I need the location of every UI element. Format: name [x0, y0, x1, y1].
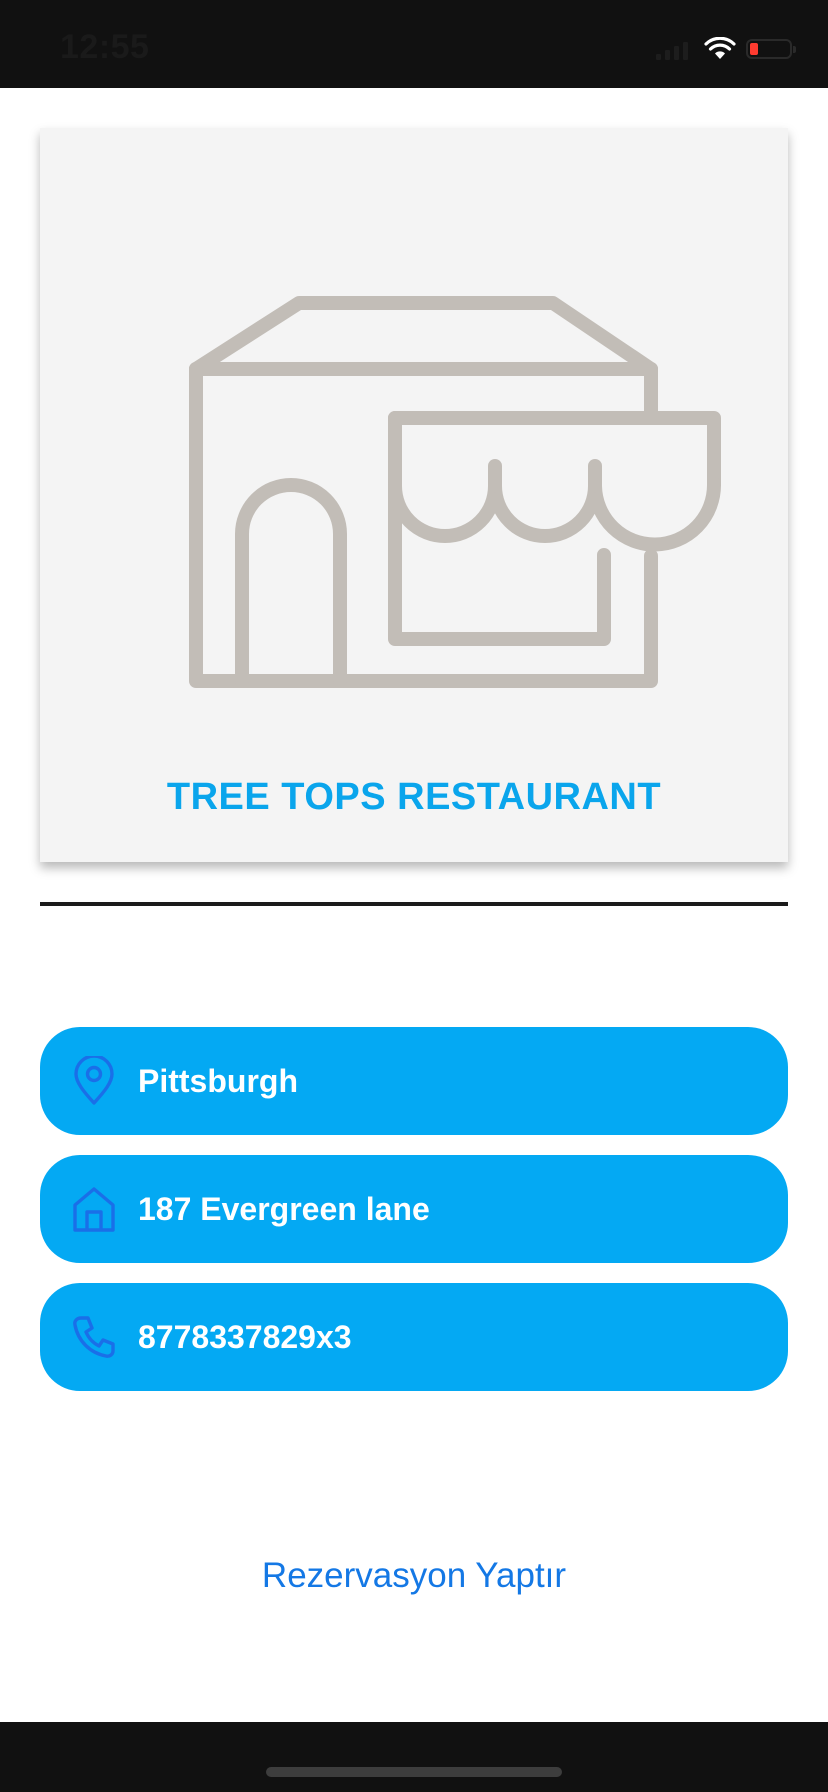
wifi-icon	[704, 37, 736, 59]
battery-icon	[746, 39, 796, 59]
divider	[40, 902, 788, 906]
status-bar: 12:55	[0, 0, 828, 88]
home-icon	[70, 1185, 118, 1233]
address-row[interactable]: 187 Evergreen lane	[40, 1155, 788, 1263]
battery-level	[750, 43, 758, 55]
restaurant-name: TREE TOPS RESTAURANT	[166, 776, 662, 818]
status-icons	[656, 34, 796, 64]
location-pin-icon	[70, 1056, 118, 1105]
phone-row[interactable]: 8778337829x3	[40, 1283, 788, 1391]
storefront-icon	[189, 296, 722, 688]
location-row[interactable]: Pittsburgh	[40, 1027, 788, 1135]
phone-icon	[70, 1313, 118, 1361]
restaurant-card[interactable]: TREE TOPS RESTAURANT	[40, 128, 788, 862]
phone-label: 8778337829x3	[138, 1318, 352, 1355]
home-indicator[interactable]	[266, 1767, 562, 1777]
make-reservation-button[interactable]: Rezervasyon Yaptır	[0, 1556, 828, 1596]
home-indicator-area	[0, 1722, 828, 1792]
location-label: Pittsburgh	[138, 1062, 298, 1099]
cellular-signal-icon	[656, 38, 688, 60]
status-time: 12:55	[60, 28, 150, 66]
address-label: 187 Evergreen lane	[138, 1190, 430, 1227]
